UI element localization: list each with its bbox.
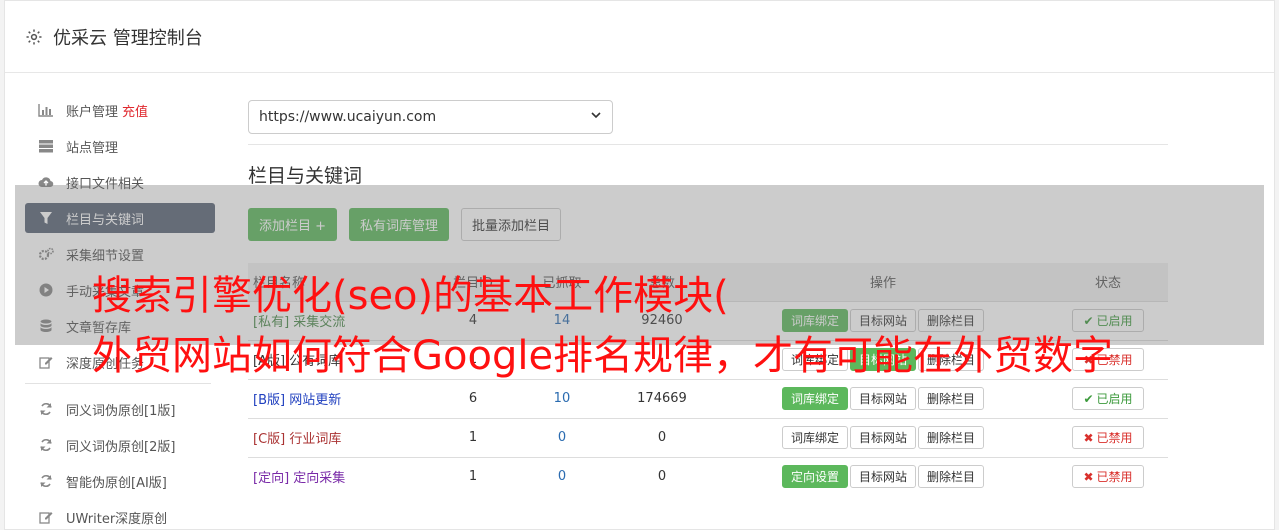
sidebar-item-label: 站点管理 xyxy=(66,140,119,156)
cell-ops: 定向设置 目标网站 删除栏目 xyxy=(718,456,1048,496)
sidebar-item-label: 账户管理 xyxy=(66,104,119,120)
target-site-button[interactable]: 目标网站 xyxy=(849,426,916,449)
status-label: 已禁用 xyxy=(1096,470,1133,485)
recharge-link[interactable]: 充值 xyxy=(122,101,148,120)
column-name-link[interactable]: [C版] 行业词库 xyxy=(253,432,341,447)
refresh-icon xyxy=(37,473,55,489)
sidebar-item-2-2[interactable]: 智能伪原创[AI版] xyxy=(25,466,215,496)
chevron-down-icon xyxy=(590,109,602,125)
sidebar-item-1-0[interactable]: 账户管理 充值 xyxy=(25,95,215,125)
section-title: 栏目与关键词 xyxy=(248,165,363,187)
table-row: [B版] 网站更新 6 10 174669 词库绑定 目标网站 删除栏目 ✔ 已启用 xyxy=(248,378,1168,418)
sidebar-item-label: 同义词伪原创[2版] xyxy=(66,439,176,455)
sidebar-item-1-1[interactable]: 站点管理 xyxy=(25,131,215,161)
fetched-link[interactable]: 0 xyxy=(558,430,566,445)
ad-overlay xyxy=(15,185,1264,345)
target-site-button[interactable]: 目标网站 xyxy=(849,465,916,489)
bind-lib-button[interactable]: 词库绑定 xyxy=(781,426,848,449)
cell-name: [C版] 行业词库 xyxy=(248,417,428,457)
check-icon: ✔ xyxy=(1083,391,1094,406)
table-row: [C版] 行业词库 1 0 0 词库绑定 目标网站 删除栏目 ✖ 已禁用 xyxy=(248,417,1168,457)
ad-text-line-1: 搜索引擎优化(seo)的基本工作模块( xyxy=(92,273,729,319)
cell-fetched: 0 xyxy=(517,456,606,496)
status-label: 已启用 xyxy=(1096,392,1133,406)
app-title: 优采云 管理控制台 xyxy=(53,27,203,49)
column-name-link[interactable]: [定向] 定向采集 xyxy=(253,471,345,486)
fetched-link[interactable]: 0 xyxy=(558,469,566,484)
site-select[interactable]: https://www.ucaiyun.com xyxy=(248,100,613,134)
edit-icon xyxy=(37,509,55,525)
cell-total: 0 xyxy=(605,456,718,496)
sidebar-item-label: 智能伪原创[AI版] xyxy=(66,475,167,491)
divider xyxy=(248,144,1168,145)
delete-column-button[interactable]: 删除栏目 xyxy=(918,387,985,410)
cell-ops: 词库绑定 目标网站 删除栏目 xyxy=(718,417,1048,457)
cell-state: ✖ 已禁用 xyxy=(1048,456,1168,496)
fetched-link[interactable]: 10 xyxy=(554,391,571,406)
server-icon xyxy=(37,138,55,154)
cell-id: 6 xyxy=(428,378,518,418)
sidebar-item-label: UWriter深度原创 xyxy=(66,511,168,527)
sidebar-item-2-3[interactable]: UWriter深度原创 xyxy=(25,502,215,530)
cell-name: [定向] 定向采集 xyxy=(248,456,428,496)
top-bar: 优采云 管理控制台 xyxy=(5,1,1274,73)
sidebar-item-label: 同义词伪原创[1版] xyxy=(66,403,176,419)
refresh-icon xyxy=(37,437,55,453)
cell-id: 1 xyxy=(428,456,518,496)
cell-total: 174669 xyxy=(605,378,718,418)
status-toggle[interactable]: ✖ 已禁用 xyxy=(1072,426,1144,449)
cell-fetched: 0 xyxy=(517,417,606,457)
sidebar-item-2-0[interactable]: 同义词伪原创[1版] xyxy=(25,394,215,424)
x-icon: ✖ xyxy=(1083,469,1094,484)
sidebar-divider xyxy=(25,383,211,384)
sidebar-item-2-1[interactable]: 同义词伪原创[2版] xyxy=(25,430,215,460)
bar-chart-icon xyxy=(37,102,55,118)
cell-state: ✖ 已禁用 xyxy=(1048,417,1168,457)
bind-lib-button[interactable]: 定向设置 xyxy=(781,465,848,489)
gear-icon xyxy=(25,28,43,46)
cell-state: ✔ 已启用 xyxy=(1048,378,1168,418)
target-site-button[interactable]: 目标网站 xyxy=(849,387,916,410)
bind-lib-button[interactable]: 词库绑定 xyxy=(781,387,848,410)
refresh-icon xyxy=(37,401,55,417)
status-toggle[interactable]: ✖ 已禁用 xyxy=(1072,465,1144,489)
cell-ops: 词库绑定 目标网站 删除栏目 xyxy=(718,378,1048,418)
cell-name: [B版] 网站更新 xyxy=(248,378,428,418)
site-select-value: https://www.ucaiyun.com xyxy=(259,109,437,125)
status-label: 已禁用 xyxy=(1096,431,1133,445)
column-name-link[interactable]: [B版] 网站更新 xyxy=(253,393,341,408)
cell-id: 1 xyxy=(428,417,518,457)
status-toggle[interactable]: ✔ 已启用 xyxy=(1072,387,1144,410)
edit-icon xyxy=(37,354,55,370)
delete-column-button[interactable]: 删除栏目 xyxy=(918,426,985,449)
delete-column-button[interactable]: 删除栏目 xyxy=(918,465,985,489)
cell-total: 0 xyxy=(605,417,718,457)
table-row: [定向] 定向采集 1 0 0 定向设置 目标网站 删除栏目 ✖ 已禁用 xyxy=(248,456,1168,496)
cell-fetched: 10 xyxy=(517,378,606,418)
x-icon: ✖ xyxy=(1083,430,1094,445)
ad-text-line-2: 外贸网站如何符合Google排名规律，才有可能在外贸数字 xyxy=(92,333,1114,379)
